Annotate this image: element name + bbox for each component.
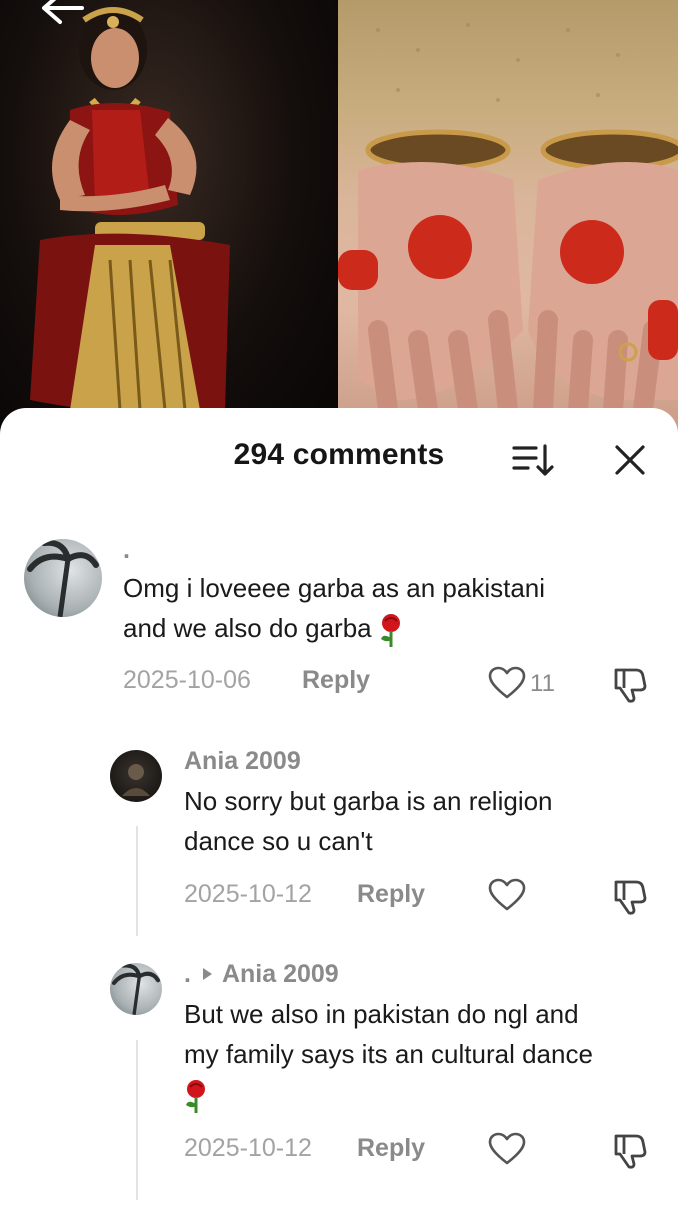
- comment-text: But we also in pakistan do ngl and my fa…: [184, 994, 593, 1114]
- comment-text: No sorry but garba is an religion dance …: [184, 781, 553, 861]
- comment-date: 2025-10-12: [184, 1134, 312, 1162]
- reply-button[interactable]: Reply: [302, 666, 370, 695]
- comment-text-line: But we also in pakistan do ngl and: [184, 999, 579, 1029]
- dislike-icon[interactable]: [610, 664, 650, 704]
- comment-date: 2025-10-06: [123, 666, 251, 694]
- reply-button[interactable]: Reply: [357, 880, 425, 909]
- comments-count-title: 294 comments: [233, 438, 445, 471]
- comment-username[interactable]: .: [184, 960, 191, 988]
- heart-icon[interactable]: [488, 666, 526, 700]
- comment-header: . Ania 2009: [184, 960, 339, 989]
- comment-date: 2025-10-12: [184, 880, 312, 908]
- reply-button[interactable]: Reply: [357, 1134, 425, 1163]
- sort-icon[interactable]: [512, 442, 554, 478]
- comment-text-line: and we also do garba: [123, 613, 372, 643]
- palm-tree-avatar-icon: [112, 963, 160, 1015]
- back-arrow-icon[interactable]: [38, 0, 88, 34]
- comment-text-line: my family says its an cultural dance: [184, 1039, 593, 1069]
- comment-text-line: Omg i loveeee garba as an pakistani: [123, 573, 546, 603]
- comments-sheet: 294 comments . Omg i loveeee garba as an…: [0, 408, 678, 1208]
- avatar[interactable]: [24, 539, 102, 617]
- avatar[interactable]: [110, 963, 162, 1015]
- comment-username[interactable]: Ania 2009: [184, 747, 301, 776]
- rose-emoji: [186, 1080, 205, 1114]
- comment-text-line: dance so u can't: [184, 826, 373, 856]
- dancer-image: [0, 0, 338, 440]
- rose-emoji: [380, 614, 400, 648]
- avatar[interactable]: [110, 750, 162, 802]
- henna-hands-image: [338, 0, 678, 440]
- reply-to-username[interactable]: Ania 2009: [222, 960, 339, 988]
- comment-username[interactable]: .: [123, 536, 130, 565]
- reply-arrow-icon: [202, 967, 212, 980]
- palm-tree-avatar-icon: [27, 539, 99, 617]
- thread-line: [136, 826, 138, 936]
- hands-illustration: [338, 23, 678, 420]
- media-preview: [0, 0, 678, 440]
- dislike-icon[interactable]: [610, 876, 650, 916]
- heart-icon[interactable]: [488, 878, 526, 912]
- person-avatar-icon: [122, 764, 150, 796]
- like-count: 11: [530, 670, 555, 697]
- dancer-illustration: [30, 7, 230, 414]
- close-icon[interactable]: [612, 442, 648, 478]
- dislike-icon[interactable]: [610, 1130, 650, 1170]
- thread-line: [136, 1040, 138, 1200]
- comment-text: Omg i loveeee garba as an pakistani and …: [123, 568, 545, 648]
- heart-icon[interactable]: [488, 1132, 526, 1166]
- comment-text-line: No sorry but garba is an religion: [184, 786, 553, 816]
